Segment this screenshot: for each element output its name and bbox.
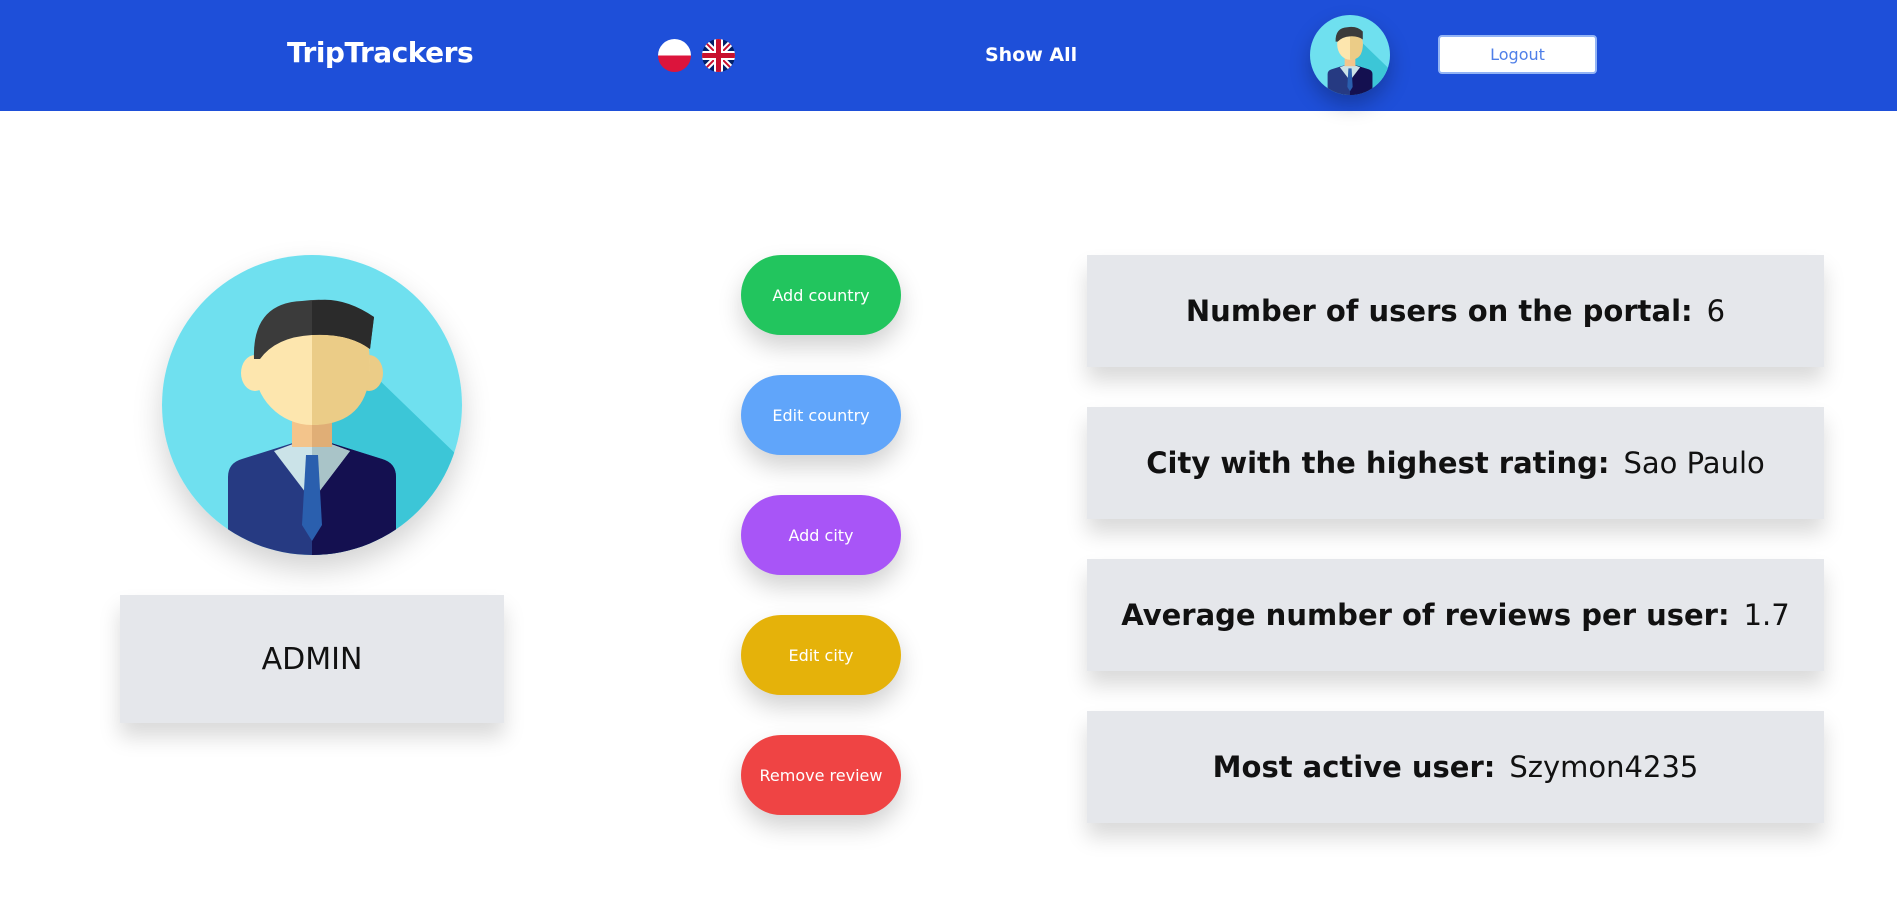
stat-card-users-count: Number of users on the portal: 6 xyxy=(1087,255,1824,367)
edit-country-button[interactable]: Edit country xyxy=(741,375,901,455)
poland-flag-icon[interactable] xyxy=(658,39,691,72)
stat-label: Most active user: xyxy=(1212,750,1496,784)
stat-value: Sao Paulo xyxy=(1623,446,1765,480)
stat-card-top-city: City with the highest rating: Sao Paulo xyxy=(1087,407,1824,519)
stat-card-avg-reviews: Average number of reviews per user: 1.7 xyxy=(1087,559,1824,671)
admin-avatar-icon xyxy=(162,255,462,555)
remove-review-button[interactable]: Remove review xyxy=(741,735,901,815)
show-all-link[interactable]: Show All xyxy=(985,44,1077,66)
uk-flag-icon[interactable] xyxy=(702,39,735,72)
user-avatar-icon[interactable] xyxy=(1310,15,1390,95)
stat-value: 6 xyxy=(1706,294,1726,328)
stat-label: Average number of reviews per user: xyxy=(1121,598,1730,632)
add-country-button[interactable]: Add country xyxy=(741,255,901,335)
stat-value: 1.7 xyxy=(1743,598,1790,632)
stat-label: City with the highest rating: xyxy=(1146,446,1610,480)
stat-card-most-active-user: Most active user: Szymon4235 xyxy=(1087,711,1824,823)
add-city-button[interactable]: Add city xyxy=(741,495,901,575)
top-navbar: TripTrackers Show All Logout xyxy=(0,0,1897,111)
edit-city-button[interactable]: Edit city xyxy=(741,615,901,695)
role-label: ADMIN xyxy=(261,641,363,677)
stat-value: Szymon4235 xyxy=(1509,750,1699,784)
role-card: ADMIN xyxy=(120,595,504,723)
brand-logo[interactable]: TripTrackers xyxy=(287,36,474,69)
logout-button[interactable]: Logout xyxy=(1438,35,1597,74)
stat-label: Number of users on the portal: xyxy=(1185,294,1693,328)
